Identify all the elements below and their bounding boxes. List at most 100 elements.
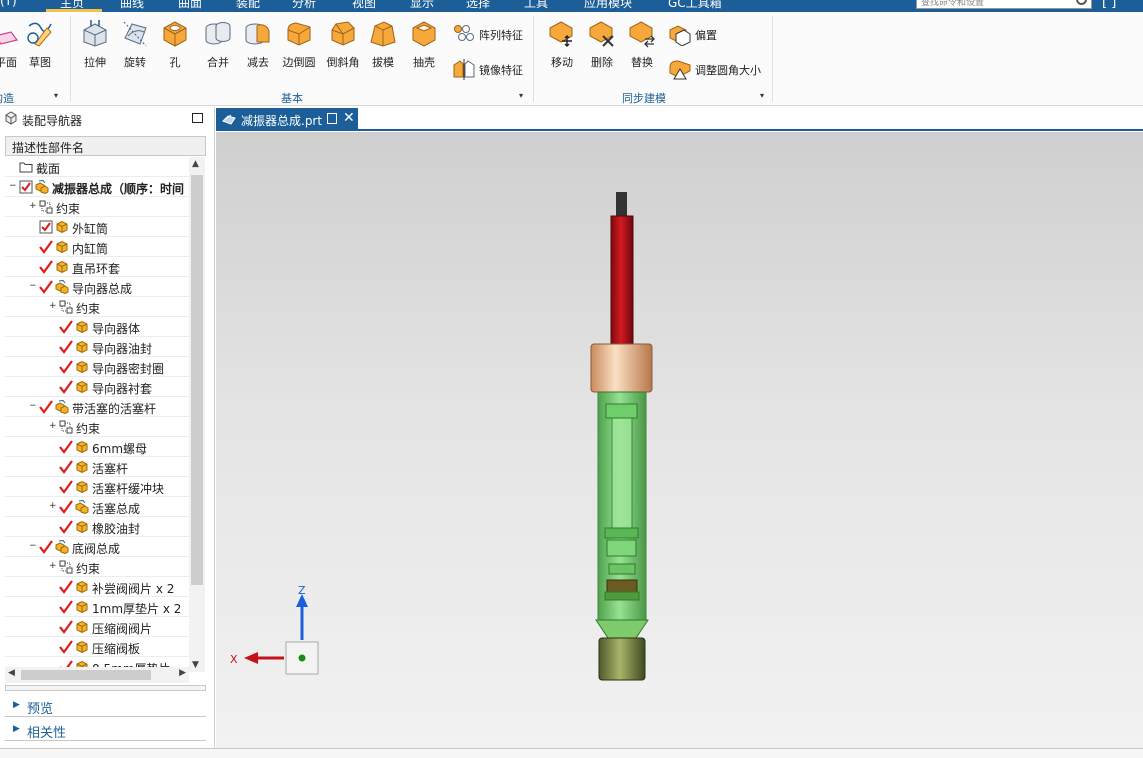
panel-splitter[interactable] [5, 685, 206, 691]
column-header[interactable]: 描述性部件名 [5, 136, 206, 156]
menu-item[interactable]: 主页 [60, 0, 84, 11]
document-tab[interactable]: 减振器总成.prt ✕ [216, 108, 358, 131]
visibility-check-icon[interactable] [39, 260, 53, 274]
extrude-button[interactable]: 拉伸 [75, 12, 115, 70]
tree-row[interactable]: 截面 [5, 157, 189, 177]
menu-item[interactable]: 应用模块 [584, 0, 632, 11]
tree-row[interactable]: 补尝阀阀片 x 2 [5, 577, 189, 597]
scroll-left-icon[interactable]: ◀ [8, 668, 15, 678]
expand-icon[interactable]: + [49, 562, 57, 571]
menu-item[interactable]: (T) [0, 0, 17, 8]
delete-face-button[interactable]: 删除 [582, 12, 622, 70]
menu-item[interactable]: 曲面 [178, 0, 202, 11]
sketch-button[interactable]: 草图 [20, 12, 60, 70]
tree-horizontal-scrollbar[interactable]: ◀ ▶ [5, 667, 189, 683]
piston-rod[interactable] [610, 215, 634, 345]
visibility-check-icon[interactable] [39, 280, 53, 294]
visibility-check-icon[interactable] [39, 540, 53, 554]
tree-row[interactable]: 导向器密封圈 [5, 357, 189, 377]
shell-button[interactable]: 抽壳 [404, 12, 444, 70]
menu-item[interactable]: 工具 [524, 0, 548, 11]
menu-item[interactable]: 视图 [352, 0, 376, 11]
tree-row[interactable]: 导向器衬套 [5, 377, 189, 397]
collapse-icon[interactable]: − [9, 182, 17, 191]
menu-item[interactable]: 分析 [292, 0, 316, 11]
dependencies-panel[interactable]: ▶ 相关性 [5, 719, 206, 741]
expand-icon[interactable]: + [49, 302, 57, 311]
scroll-up-icon[interactable]: ▲ [192, 159, 199, 169]
revolve-button[interactable]: 旋转 [115, 12, 155, 70]
tree-row[interactable]: 活塞杆 [5, 457, 189, 477]
search-icon[interactable] [1076, 0, 1087, 5]
tree-row[interactable]: 压缩阀板 [5, 637, 189, 657]
tree-row[interactable]: − 导向器总成 [5, 277, 189, 297]
visibility-check-icon[interactable] [59, 520, 73, 534]
tree-row[interactable]: 直吊环套 [5, 257, 189, 277]
menu-item[interactable]: GC工具箱 [668, 0, 722, 11]
tree-row[interactable]: − 带活塞的活塞杆 [5, 397, 189, 417]
collapse-icon[interactable]: − [29, 402, 37, 411]
menu-item[interactable]: 显示 [410, 0, 434, 11]
tree-row[interactable]: − 减振器总成（顺序：时间 [5, 177, 189, 197]
tree-row[interactable]: + 约束 [5, 297, 189, 317]
visibility-check-icon[interactable] [59, 620, 73, 634]
scroll-right-icon[interactable]: ▶ [179, 668, 186, 678]
visibility-check-icon[interactable] [59, 480, 73, 494]
expand-icon[interactable]: + [49, 422, 57, 431]
visibility-checkbox[interactable] [19, 180, 33, 194]
visibility-check-icon[interactable] [59, 440, 73, 454]
tree-row[interactable]: + 约束 [5, 557, 189, 577]
visibility-check-icon[interactable] [39, 400, 53, 414]
tree-vertical-scrollbar[interactable]: ▲ ▼ [189, 157, 205, 672]
visibility-check-icon[interactable] [59, 360, 73, 374]
tree-row[interactable]: 压缩阀阀片 [5, 617, 189, 637]
move-face-button[interactable]: 移动 [542, 12, 582, 70]
menu-item[interactable]: 曲线 [120, 0, 144, 11]
tree-row[interactable]: 外缸筒 [5, 217, 189, 237]
visibility-check-icon[interactable] [59, 500, 73, 514]
preview-panel[interactable]: ▶ 预览 [5, 695, 206, 717]
tree-row[interactable]: 导向器体 [5, 317, 189, 337]
visibility-check-icon[interactable] [59, 460, 73, 474]
scrollbar-thumb[interactable] [21, 670, 151, 680]
tree-row[interactable]: 橡胶油封 [5, 517, 189, 537]
visibility-check-icon[interactable] [39, 240, 53, 254]
scrollbar-thumb[interactable] [191, 175, 203, 585]
visibility-check-icon[interactable] [59, 640, 73, 654]
group-expand-icon[interactable]: ▾ [519, 91, 523, 100]
tree-row[interactable]: 0.5mm厚垫片 [5, 657, 189, 667]
group-expand-icon[interactable]: ▾ [760, 91, 764, 100]
model-canvas[interactable]: Z X [216, 132, 1143, 748]
replace-face-button[interactable]: 替换 [622, 12, 662, 70]
visibility-check-icon[interactable] [59, 340, 73, 354]
unite-button[interactable]: 合并 [198, 12, 238, 70]
visibility-check-icon[interactable] [59, 580, 73, 594]
tree-row[interactable]: 1mm厚垫片 x 2 [5, 597, 189, 617]
window-restore-icon[interactable]: [ ] [1102, 0, 1116, 10]
close-icon[interactable]: ✕ [343, 110, 355, 126]
visibility-check-icon[interactable] [59, 320, 73, 334]
popout-icon[interactable] [327, 113, 337, 124]
subtract-button[interactable]: 减去 [238, 12, 278, 70]
tree-row[interactable]: − 底阀总成 [5, 537, 189, 557]
guide-collar[interactable] [590, 343, 653, 393]
scroll-down-icon[interactable]: ▼ [192, 660, 199, 670]
tree-row[interactable]: 6mm螺母 [5, 437, 189, 457]
visibility-check-icon[interactable] [59, 660, 73, 667]
tree-row[interactable]: 导向器油封 [5, 337, 189, 357]
expand-icon[interactable]: + [29, 202, 37, 211]
maximize-icon[interactable] [192, 113, 203, 123]
menu-item[interactable]: 装配 [236, 0, 260, 11]
expand-icon[interactable]: + [49, 502, 57, 511]
menu-item[interactable]: 选择 [466, 0, 490, 11]
graphics-viewport[interactable]: Z X [216, 132, 1143, 748]
tree-row[interactable]: 内缸筒 [5, 237, 189, 257]
collapse-icon[interactable]: − [29, 282, 37, 291]
collapse-icon[interactable]: − [29, 542, 37, 551]
command-search-input[interactable]: 查找命令和设置 [916, 0, 1092, 9]
visibility-checkbox[interactable] [39, 220, 53, 234]
chamfer-button[interactable]: 倒斜角 [323, 12, 363, 70]
tree-row[interactable]: + 约束 [5, 197, 189, 217]
tree-row[interactable]: + 约束 [5, 417, 189, 437]
tree-row[interactable]: 活塞杆缓冲块 [5, 477, 189, 497]
